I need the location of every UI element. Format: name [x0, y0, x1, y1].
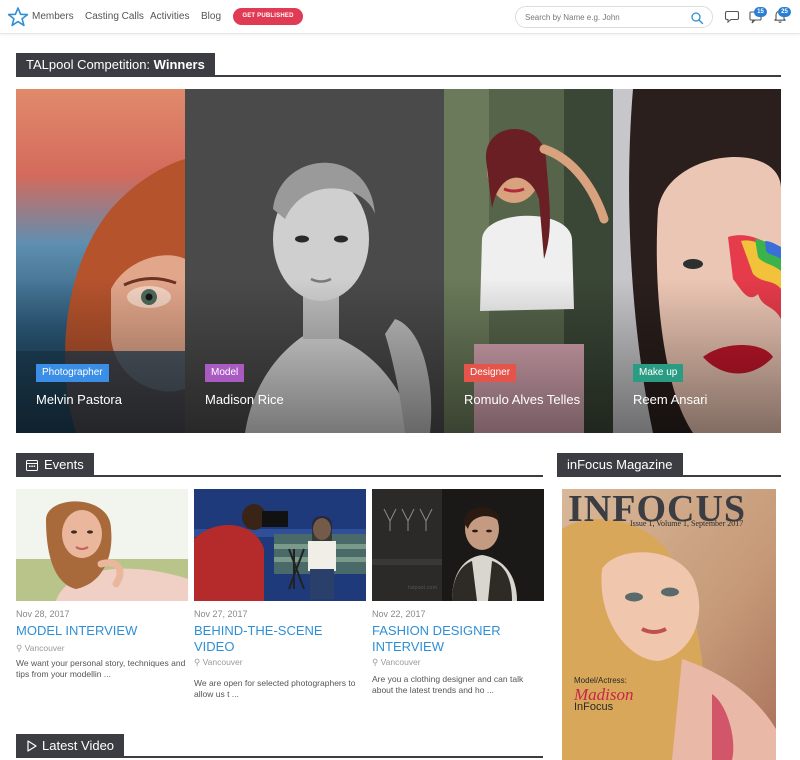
event-location-text: Vancouver — [202, 657, 243, 667]
event-description: We want your personal story, techniques … — [16, 658, 186, 679]
top-navbar: Members Casting Calls Activities Blog GE… — [0, 0, 800, 34]
winners-title-prefix: TALpool Competition: — [26, 57, 151, 72]
search-input[interactable] — [525, 11, 685, 24]
latest-video-header-rule — [16, 756, 543, 758]
search-box — [515, 6, 713, 28]
event-date: Nov 27, 2017 — [194, 609, 248, 619]
nav-activities-link[interactable]: Activities — [150, 11, 189, 22]
event-location-text: Vancouver — [24, 643, 65, 653]
play-icon — [27, 740, 37, 752]
latest-video-section-title: Latest Video — [16, 734, 125, 758]
event-image-2[interactable] — [194, 489, 366, 601]
event-date: Nov 22, 2017 — [372, 609, 426, 619]
messages-count-badge: 15 — [754, 7, 767, 17]
winner-role-tag: Photographer — [36, 364, 109, 382]
calendar-icon — [26, 460, 38, 471]
event-description: We are open for selected photographers t… — [194, 678, 356, 699]
magazine-header-rule — [557, 475, 781, 477]
winner-card-model[interactable]: Model Madison Rice — [185, 89, 444, 433]
winner-card-photographer[interactable]: Photographer Melvin Pastora — [16, 89, 185, 433]
events-title-text: Events — [44, 457, 84, 472]
winner-name[interactable]: Melvin Pastora — [36, 392, 122, 407]
winners-header-rule — [16, 75, 781, 77]
search-icon[interactable] — [690, 11, 704, 25]
winners-gallery: Photographer Melvin Pastora Model Madiso… — [16, 89, 781, 433]
talpool-star-logo-icon[interactable] — [8, 7, 28, 27]
location-pin-icon: ⚲ — [372, 657, 379, 667]
magazine-issue: Issue 1, Volume 1, September 2017 — [630, 519, 744, 528]
winner-name[interactable]: Madison Rice — [205, 392, 284, 407]
events-section-title: Events — [16, 453, 94, 477]
magazine-cover[interactable]: INFOCUS Issue 1, Volume 1, September 201… — [562, 489, 776, 760]
nav-members-link[interactable]: Members — [32, 11, 74, 22]
winners-section-title: TALpool Competition: Winners — [16, 53, 215, 77]
events-header-rule — [16, 475, 543, 477]
latest-video-title-text: Latest Video — [42, 738, 115, 753]
nav-casting-calls-link[interactable]: Casting Calls — [85, 11, 144, 22]
alerts-count-badge: 25 — [778, 7, 791, 17]
svg-text:talpool.com: talpool.com — [408, 585, 437, 591]
event-title[interactable]: MODEL INTERVIEW — [16, 623, 188, 639]
event-location-text: Vancouver — [380, 657, 421, 667]
nav-blog-link[interactable]: Blog — [201, 11, 221, 22]
magazine-section-title: inFocus Magazine — [557, 453, 683, 477]
event-title[interactable]: BEHIND-THE-SCENE VIDEO — [194, 623, 366, 655]
chat-icon[interactable] — [724, 8, 740, 24]
winner-role-tag: Make up — [633, 364, 684, 382]
winner-name[interactable]: Romulo Alves Telles — [464, 392, 580, 407]
winner-card-makeup[interactable]: Make up Reem Ansari — [613, 89, 781, 433]
location-pin-icon: ⚲ — [16, 643, 23, 653]
get-published-button[interactable]: GET PUBLISHED — [233, 8, 303, 25]
magazine-caption: Model/Actress: — [574, 676, 627, 685]
event-title[interactable]: FASHION DESIGNER INTERVIEW — [372, 623, 544, 655]
winners-title-bold: Winners — [153, 57, 205, 72]
winner-name[interactable]: Reem Ansari — [633, 392, 707, 407]
winner-role-tag: Designer — [464, 364, 517, 382]
event-location: ⚲ Vancouver — [16, 643, 65, 654]
location-pin-icon: ⚲ — [194, 657, 201, 667]
magazine-brand: InFocus — [574, 701, 614, 713]
event-location: ⚲ Vancouver — [194, 657, 243, 668]
event-description: Are you a clothing designer and can talk… — [372, 674, 524, 695]
event-location: ⚲ Vancouver — [372, 657, 421, 668]
winner-card-designer[interactable]: Designer Romulo Alves Telles — [444, 89, 613, 433]
winner-role-tag: Model — [205, 364, 245, 382]
event-date: Nov 28, 2017 — [16, 609, 70, 619]
event-image-1[interactable] — [16, 489, 188, 601]
event-image-3[interactable]: talpool.com — [372, 489, 544, 601]
